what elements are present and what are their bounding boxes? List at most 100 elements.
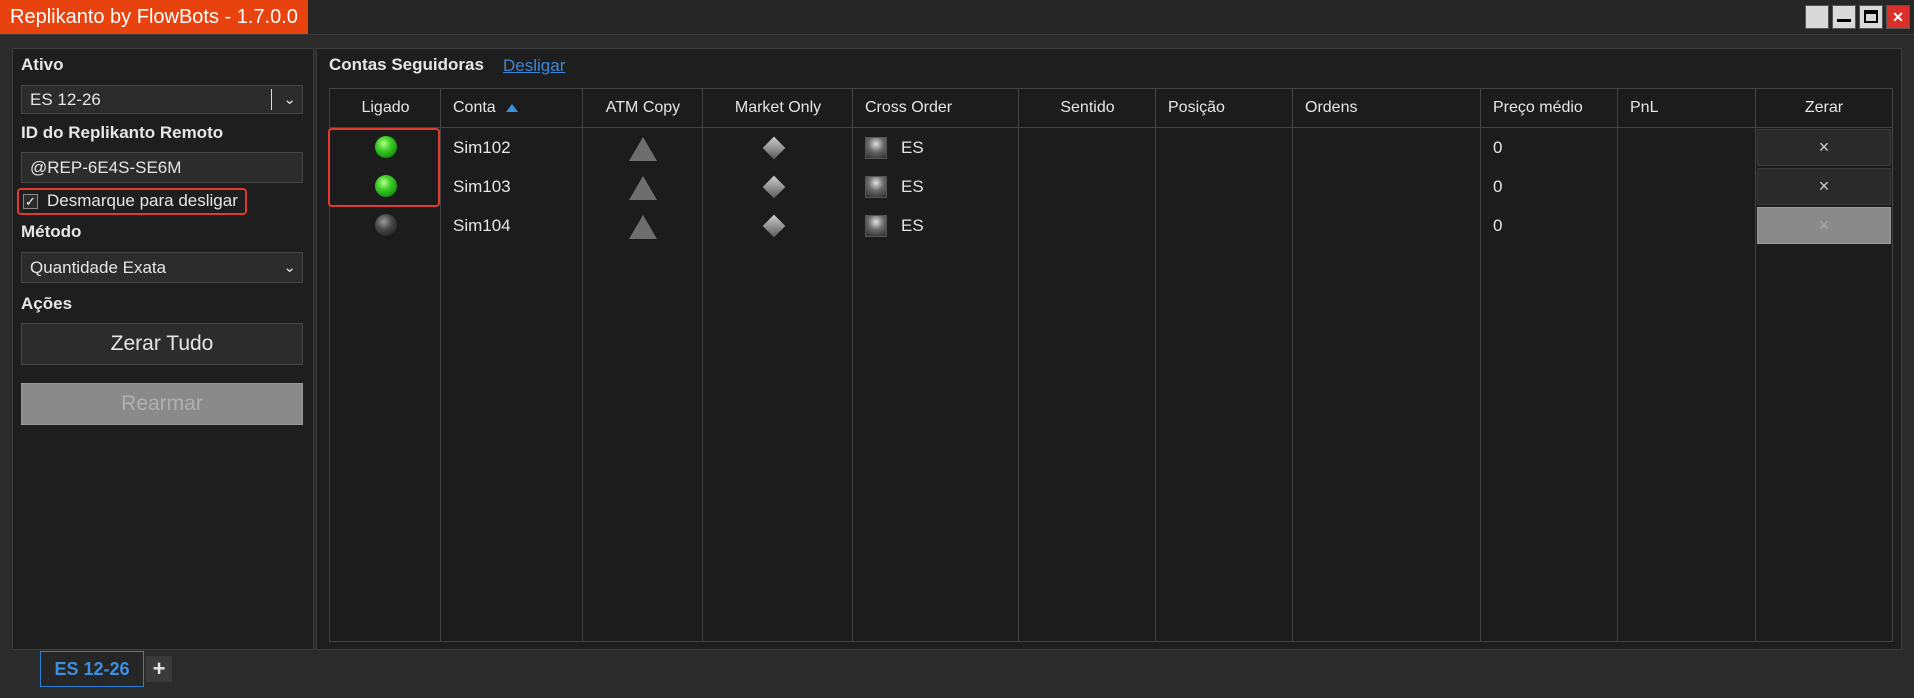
chevron-down-icon[interactable]: ⌄ <box>283 253 296 282</box>
ativo-select[interactable]: ES 12-26 ⌄ <box>21 85 303 114</box>
conta-cell: Sim104 <box>453 216 511 235</box>
grid-header: Ligado Conta ATM Copy Market Only Cross … <box>330 89 1892 128</box>
preco-medio-cell: 0 <box>1493 177 1503 196</box>
section-title: Contas Seguidoras <box>329 55 484 74</box>
cross-order-cell[interactable]: ES <box>853 206 1019 245</box>
pnl-cell <box>1618 167 1756 206</box>
enable-checkbox-row[interactable]: ✓ Desmarque para desligar <box>17 188 247 215</box>
acoes-label: Ações <box>21 294 73 313</box>
cross-order-cell[interactable]: ES <box>853 167 1019 206</box>
cross-order-value: ES <box>901 216 924 235</box>
cross-order-toggle-icon[interactable] <box>865 176 887 198</box>
follower-accounts-panel: Contas Seguidoras Desligar Ligado Conta … <box>316 48 1902 650</box>
header-sentido[interactable]: Sentido <box>1019 89 1156 128</box>
header-conta[interactable]: Conta <box>441 89 583 128</box>
zerar-cell: × <box>1756 206 1892 245</box>
zerar-cell: × <box>1756 167 1892 206</box>
header-market-only[interactable]: Market Only <box>703 89 853 128</box>
minimize-icon <box>1837 19 1851 22</box>
triangle-icon[interactable] <box>629 137 657 161</box>
close-icon: ✕ <box>1892 9 1904 25</box>
enable-checkbox[interactable]: ✓ <box>23 194 38 209</box>
blank-window-button[interactable] <box>1805 5 1829 29</box>
enable-checkbox-label: Desmarque para desligar <box>47 191 238 210</box>
pnl-cell <box>1618 206 1756 245</box>
table-row: Sim104 ES 0 × <box>330 206 1892 245</box>
instrument-tabs: ES 12-26 + <box>0 650 1914 698</box>
triangle-icon[interactable] <box>629 215 657 239</box>
ligado-cell[interactable] <box>330 206 441 245</box>
cross-order-toggle-icon[interactable] <box>865 137 887 159</box>
maximize-icon <box>1864 10 1878 23</box>
rearmar-button[interactable]: Rearmar <box>21 383 303 425</box>
zerar-button[interactable]: × <box>1757 207 1891 244</box>
header-cross-order[interactable]: Cross Order <box>853 89 1019 128</box>
sentido-cell <box>1019 128 1156 167</box>
header-ligado[interactable]: Ligado <box>330 89 441 128</box>
preco-medio-cell: 0 <box>1493 216 1503 235</box>
market-only-cell[interactable] <box>703 167 853 206</box>
window-controls: ✕ <box>1805 5 1910 29</box>
atm-copy-cell[interactable] <box>583 206 703 245</box>
combo-separator <box>271 89 272 110</box>
posicao-cell <box>1156 206 1293 245</box>
conta-cell: Sim103 <box>453 177 511 196</box>
header-posicao[interactable]: Posição <box>1156 89 1293 128</box>
led-off-icon[interactable] <box>375 214 397 236</box>
diamond-icon[interactable] <box>762 214 786 238</box>
ligado-highlight <box>328 128 440 207</box>
remote-id-input[interactable]: @REP-6E4S-SE6M <box>21 152 303 183</box>
remote-id-label: ID do Replikanto Remoto <box>21 123 224 142</box>
metodo-select[interactable]: Quantidade Exata ⌄ <box>21 252 303 283</box>
atm-copy-cell[interactable] <box>583 167 703 206</box>
posicao-cell <box>1156 167 1293 206</box>
cross-order-value: ES <box>901 177 924 196</box>
chevron-down-icon[interactable]: ⌄ <box>283 86 296 113</box>
minimize-button[interactable] <box>1832 5 1856 29</box>
zerar-button[interactable]: × <box>1757 129 1891 166</box>
tab-es-12-26[interactable]: ES 12-26 <box>40 651 144 687</box>
maximize-button[interactable] <box>1859 5 1883 29</box>
ordens-cell <box>1293 206 1481 245</box>
header-conta-label: Conta <box>453 99 496 116</box>
cross-order-toggle-icon[interactable] <box>865 215 887 237</box>
sentido-cell <box>1019 206 1156 245</box>
add-tab-button[interactable]: + <box>146 656 172 682</box>
diamond-icon[interactable] <box>762 136 786 160</box>
header-atm-copy[interactable]: ATM Copy <box>583 89 703 128</box>
cross-order-value: ES <box>901 138 924 157</box>
zerar-cell: × <box>1756 128 1892 167</box>
zerar-button[interactable]: × <box>1757 168 1891 205</box>
zerar-tudo-button[interactable]: Zerar Tudo <box>21 323 303 365</box>
header-zerar[interactable]: Zerar <box>1756 89 1892 128</box>
sort-ascending-icon <box>505 103 518 112</box>
desligar-link[interactable]: Desligar <box>503 56 565 76</box>
ativo-label: Ativo <box>21 55 64 74</box>
metodo-value: Quantidade Exata <box>30 258 167 277</box>
conta-cell: Sim102 <box>453 138 511 157</box>
ativo-value: ES 12-26 <box>30 90 101 109</box>
diamond-icon[interactable] <box>762 175 786 199</box>
table-row: Sim102 ES 0 × <box>330 128 1892 167</box>
table-row: Sim103 ES 0 × <box>330 167 1892 206</box>
metodo-label: Método <box>21 222 82 241</box>
triangle-icon[interactable] <box>629 176 657 200</box>
accounts-grid: Ligado Conta ATM Copy Market Only Cross … <box>328 88 1893 642</box>
ordens-cell <box>1293 128 1481 167</box>
title-bar: Replikanto by FlowBots - 1.7.0.0 ✕ <box>0 0 1914 35</box>
market-only-cell[interactable] <box>703 206 853 245</box>
window-title: Replikanto by FlowBots - 1.7.0.0 <box>0 0 308 34</box>
market-only-cell[interactable] <box>703 128 853 167</box>
sentido-cell <box>1019 167 1156 206</box>
cross-order-cell[interactable]: ES <box>853 128 1019 167</box>
posicao-cell <box>1156 128 1293 167</box>
header-pnl[interactable]: PnL <box>1618 89 1756 128</box>
header-ordens[interactable]: Ordens <box>1293 89 1481 128</box>
pnl-cell <box>1618 128 1756 167</box>
header-preco-medio[interactable]: Preço médio <box>1481 89 1618 128</box>
close-button[interactable]: ✕ <box>1886 5 1910 29</box>
settings-panel: Ativo ES 12-26 ⌄ ID do Replikanto Remoto… <box>12 48 314 650</box>
preco-medio-cell: 0 <box>1493 138 1503 157</box>
atm-copy-cell[interactable] <box>583 128 703 167</box>
ordens-cell <box>1293 167 1481 206</box>
